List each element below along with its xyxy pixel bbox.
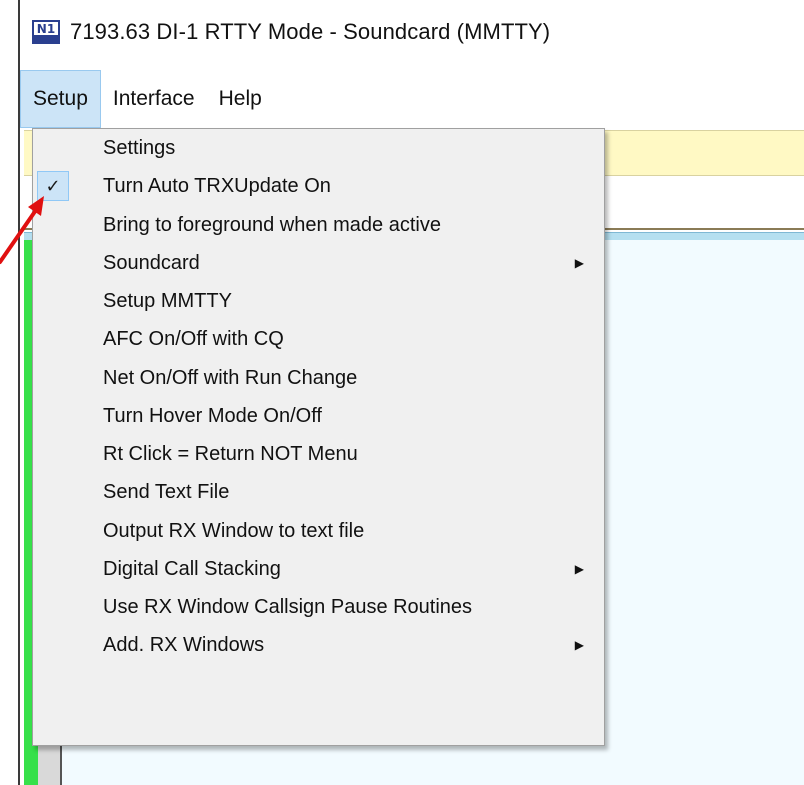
menu-item-label: Turn Hover Mode On/Off (103, 404, 322, 427)
menu-item-net-run-change[interactable]: Net On/Off with Run Change (33, 359, 604, 397)
menu-bar: Setup Interface Help (20, 70, 804, 128)
menu-item-rt-click[interactable]: Rt Click = Return NOT Menu (33, 435, 604, 473)
menu-item-auto-trxupdate[interactable]: ✓ Turn Auto TRXUpdate On (33, 167, 604, 205)
menu-item-label: Bring to foreground when made active (103, 213, 441, 236)
menu-item-hover-mode[interactable]: Turn Hover Mode On/Off (33, 397, 604, 435)
menu-item-label: Net On/Off with Run Change (103, 366, 358, 389)
menu-item-callsign-pause[interactable]: Use RX Window Callsign Pause Routines (33, 588, 604, 626)
app-logo-icon[interactable]: N1 (32, 20, 60, 44)
menu-item-label: Use RX Window Callsign Pause Routines (103, 596, 473, 618)
menu-item-output-rx[interactable]: Output RX Window to text file (33, 512, 604, 550)
menu-item-label: Soundcard (103, 251, 200, 274)
menu-interface[interactable]: Interface (101, 70, 207, 128)
menu-item-bring-to-foreground[interactable]: Bring to foreground when made active (33, 206, 604, 244)
menu-item-label: AFC On/Off with CQ (103, 328, 284, 351)
menu-item-label: Add. RX Windows (103, 634, 265, 657)
menu-item-settings[interactable]: Settings (33, 129, 604, 167)
menu-item-digital-call-stacking[interactable]: Digital Call Stacking ▶ (33, 550, 604, 588)
menu-help[interactable]: Help (207, 70, 274, 128)
menu-item-label: Digital Call Stacking (103, 557, 281, 580)
menu-item-add-rx-windows[interactable]: Add. RX Windows ▶ (33, 626, 604, 664)
menu-item-label: Settings (103, 137, 176, 159)
checkmark-icon: ✓ (37, 171, 69, 202)
menu-item-label: Output RX Window to text file (103, 519, 365, 542)
submenu-arrow-icon: ▶ (574, 638, 584, 653)
menu-item-send-text-file[interactable]: Send Text File (33, 473, 604, 511)
menu-item-soundcard[interactable]: Soundcard ▶ (33, 244, 604, 282)
submenu-arrow-icon: ▶ (574, 255, 584, 270)
title-bar: N1 7193.63 DI-1 RTTY Mode - Soundcard (M… (20, 0, 804, 64)
setup-dropdown-menu: Settings ✓ Turn Auto TRXUpdate On Bring … (32, 128, 605, 746)
submenu-arrow-icon: ▶ (574, 561, 584, 576)
menu-setup[interactable]: Setup (20, 70, 101, 128)
menu-item-afc-cq[interactable]: AFC On/Off with CQ (33, 320, 604, 358)
menu-item-label: Setup MMTTY (103, 290, 232, 312)
menu-item-label: Send Text File (103, 481, 230, 504)
menu-item-label: Rt Click = Return NOT Menu (103, 443, 358, 465)
menu-item-setup-mmtty[interactable]: Setup MMTTY (33, 282, 604, 320)
app-logo-text: N1 (36, 22, 56, 36)
menu-item-label: Turn Auto TRXUpdate On (103, 175, 331, 198)
window-title: 7193.63 DI-1 RTTY Mode - Soundcard (MMTT… (70, 19, 551, 44)
